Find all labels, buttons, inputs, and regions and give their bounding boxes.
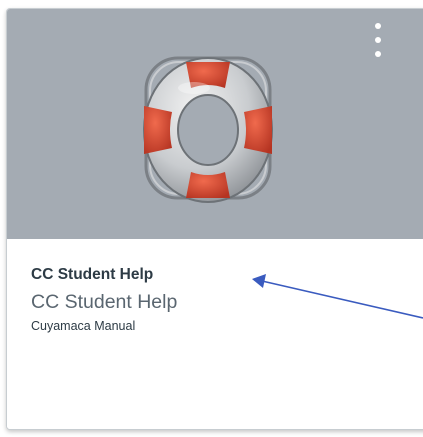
menu-dot [375,51,381,57]
card-body: CC Student Help CC Student Help Cuyamaca… [7,239,423,429]
course-title-link[interactable]: CC Student Help [31,266,153,284]
course-card[interactable]: CC Student Help CC Student Help Cuyamaca… [6,8,423,430]
course-options-menu-icon[interactable] [365,17,391,67]
menu-dot [375,37,381,43]
dashboard-area: CC Student Help CC Student Help Cuyamaca… [0,0,423,437]
menu-dot [375,23,381,29]
lifebuoy-icon [143,56,273,203]
card-hero-image[interactable] [7,9,423,239]
course-name: CC Student Help [31,291,178,313]
course-term: Cuyamaca Manual [31,319,136,333]
